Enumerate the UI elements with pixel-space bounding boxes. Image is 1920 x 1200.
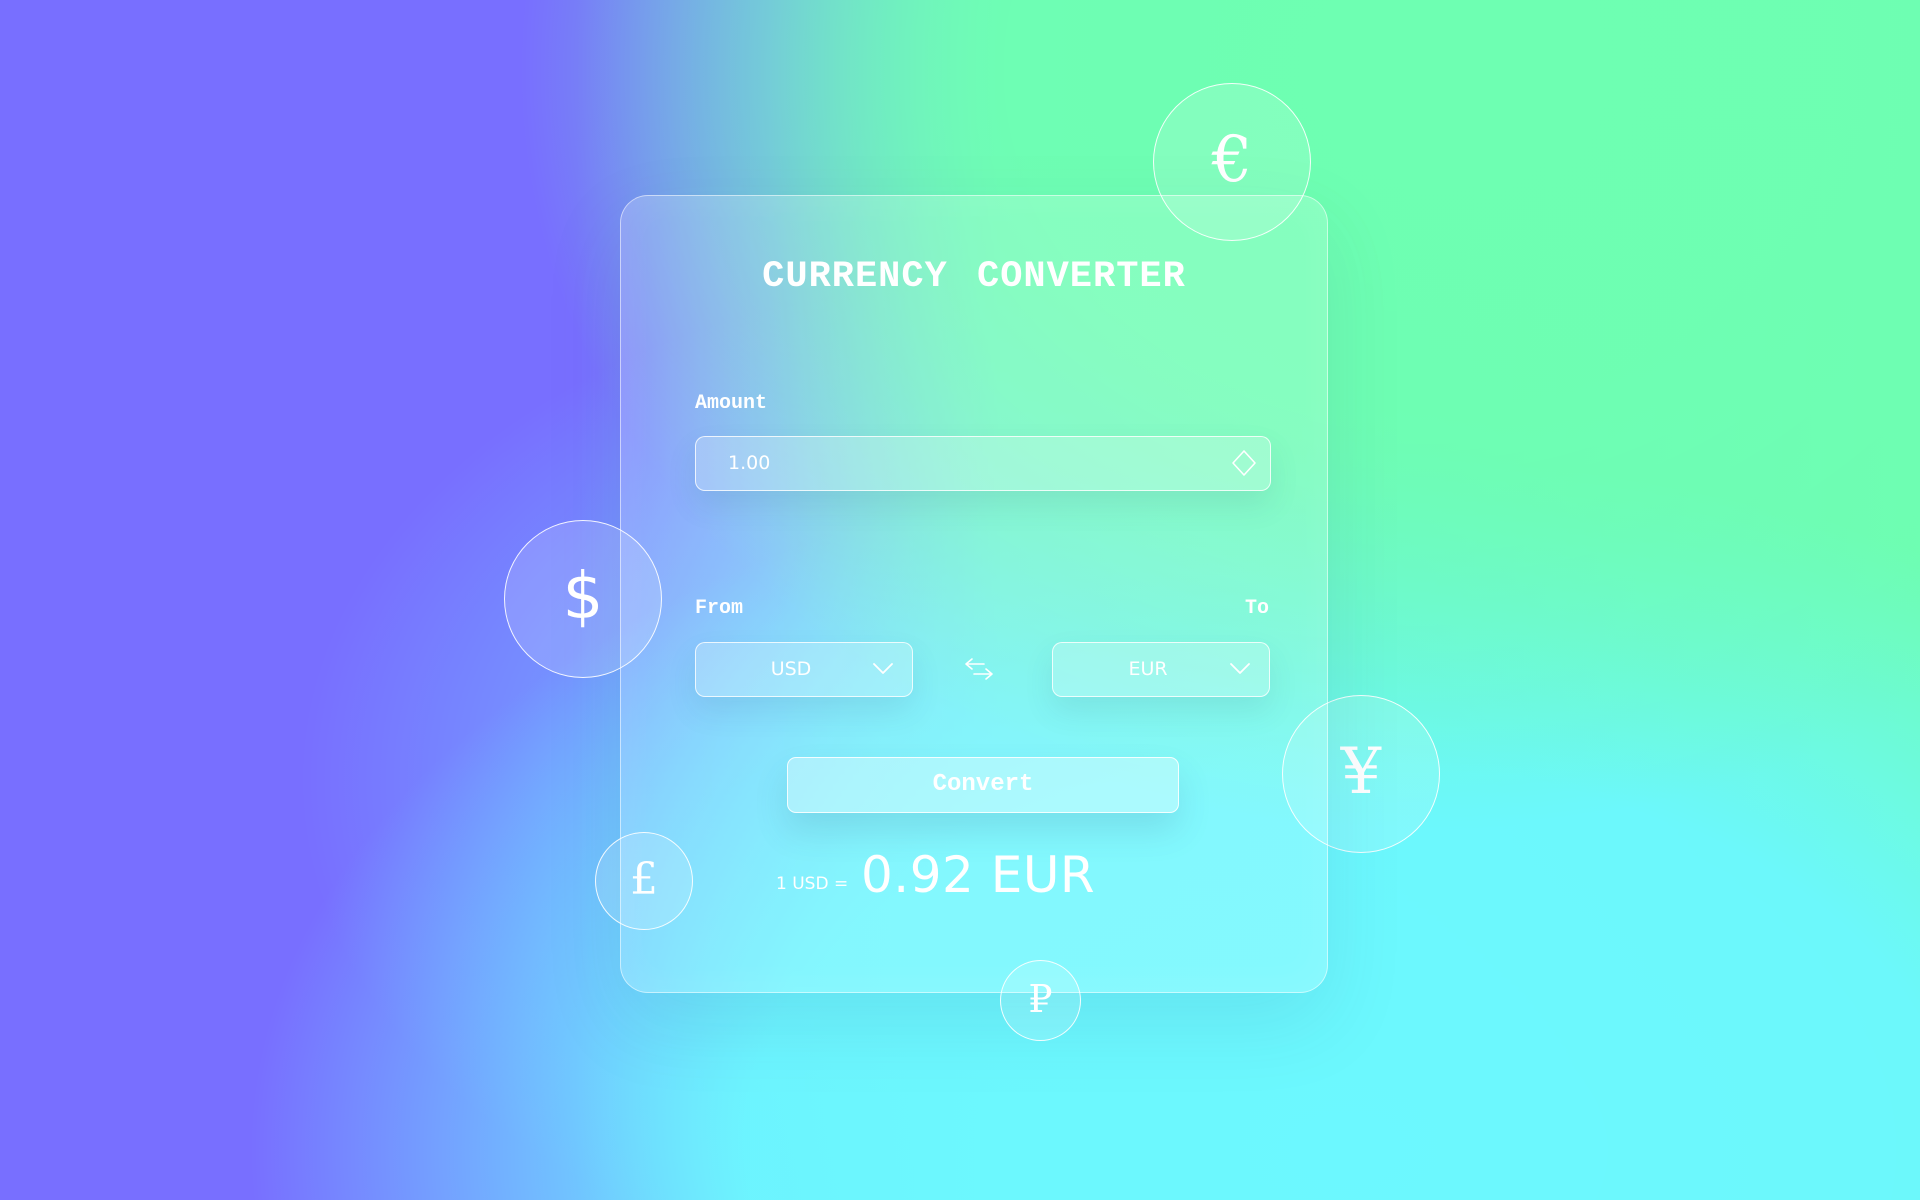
ruble-coin-icon: ₽ bbox=[1000, 960, 1081, 1041]
conversion-result: 0.92 EUR bbox=[861, 846, 1096, 904]
amount-label: Amount bbox=[695, 392, 768, 415]
chevron-down-icon bbox=[873, 663, 893, 674]
to-currency-value: EUR bbox=[1128, 658, 1168, 680]
page-title: CURRENCY CONVERTER bbox=[762, 256, 1186, 298]
dollar-coin-icon: $ bbox=[504, 520, 662, 678]
amount-input[interactable]: 1.00 bbox=[695, 436, 1271, 491]
swap-arrows-icon[interactable] bbox=[962, 654, 996, 684]
pound-coin-icon: £ bbox=[595, 832, 693, 930]
chevron-down-icon bbox=[1230, 663, 1250, 674]
from-label: From bbox=[695, 597, 744, 620]
convert-button[interactable]: Convert bbox=[787, 757, 1179, 813]
up-down-stepper-icon[interactable] bbox=[1230, 449, 1258, 477]
rate-prefix: 1 USD = bbox=[776, 874, 849, 894]
from-currency-select[interactable]: USD bbox=[695, 642, 913, 697]
converter-card: CURRENCY CONVERTER Amount 1.00 From To U… bbox=[620, 195, 1328, 993]
from-currency-value: USD bbox=[770, 658, 812, 680]
to-currency-select[interactable]: EUR bbox=[1052, 642, 1270, 697]
amount-value: 1.00 bbox=[728, 452, 771, 474]
to-label: To bbox=[1244, 597, 1269, 620]
